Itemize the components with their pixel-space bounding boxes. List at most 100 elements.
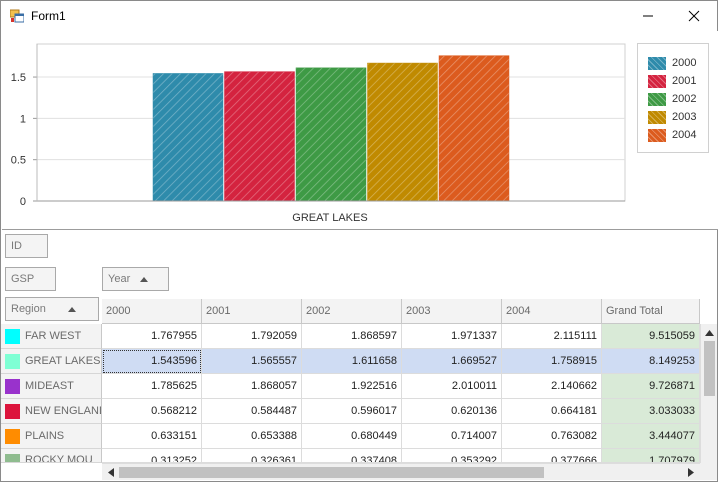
grand-total-cell[interactable]: 9.726871 — [602, 374, 700, 399]
data-cell[interactable]: 1.792059 — [202, 324, 302, 349]
data-cell[interactable]: 1.543596 — [102, 349, 202, 374]
vertical-scroll-thumb[interactable] — [704, 341, 715, 396]
field-region[interactable]: Region — [5, 297, 99, 321]
bar-2000[interactable] — [152, 73, 224, 202]
data-cell[interactable]: 0.633151 — [102, 424, 202, 449]
data-cell[interactable]: 1.971337 — [402, 324, 502, 349]
row-header[interactable]: FAR WEST — [1, 324, 102, 349]
horizontal-scroll-thumb[interactable] — [119, 467, 544, 478]
data-cell[interactable]: 0.313252 — [102, 449, 202, 463]
data-cell[interactable]: 1.922516 — [302, 374, 402, 399]
data-cell[interactable]: 0.584487 — [202, 399, 302, 424]
field-region-label: Region — [11, 303, 46, 315]
legend-swatch — [648, 92, 666, 106]
field-id[interactable]: ID — [5, 234, 48, 258]
title-bar: Form1 — [1, 1, 717, 31]
bar-2003[interactable] — [367, 62, 438, 202]
close-button[interactable] — [671, 1, 717, 31]
region-color-swatch — [5, 454, 20, 462]
y-tick-label: 1 — [20, 113, 26, 125]
data-cell[interactable]: 1.758915 — [502, 349, 602, 374]
data-cell[interactable]: 0.714007 — [402, 424, 502, 449]
grand-total-cell[interactable]: 3.033033 — [602, 399, 700, 424]
field-gsp[interactable]: GSP — [5, 267, 56, 291]
region-label: FAR WEST — [25, 330, 82, 342]
y-tick-label: 1.5 — [11, 72, 26, 84]
grand-total-cell[interactable]: 3.444077 — [602, 424, 700, 449]
legend-item-2004: 2004 — [648, 128, 696, 142]
data-cell[interactable]: 0.620136 — [402, 399, 502, 424]
region-color-swatch — [5, 428, 20, 444]
close-icon — [688, 10, 700, 22]
data-cell[interactable]: 0.326361 — [202, 449, 302, 463]
column-header-2000[interactable]: 2000 — [102, 299, 202, 324]
maximize-button-visual[interactable] — [627, 1, 673, 31]
row-header[interactable]: ROCKY MOU — [1, 449, 102, 463]
region-label: MIDEAST — [25, 380, 74, 392]
column-header-2003[interactable]: 2003 — [402, 299, 502, 324]
field-year-label: Year — [108, 273, 131, 285]
column-header-2001[interactable]: 2001 — [202, 299, 302, 324]
data-cell[interactable]: 1.767955 — [102, 324, 202, 349]
row-header[interactable]: PLAINS — [1, 424, 102, 449]
data-cell[interactable]: 0.763082 — [502, 424, 602, 449]
legend-label: 2000 — [672, 57, 697, 69]
bar-2004[interactable] — [438, 55, 510, 202]
region-color-swatch — [5, 328, 20, 344]
field-year[interactable]: Year — [102, 267, 169, 291]
bar-2002[interactable] — [295, 67, 367, 202]
data-cell[interactable]: 1.785625 — [102, 374, 202, 399]
y-tick-label: 0.5 — [11, 155, 26, 167]
region-label: GREAT LAKES — [25, 355, 101, 367]
region-label: ROCKY MOU — [25, 454, 93, 463]
data-cell[interactable]: 2.010011 — [402, 374, 502, 399]
row-header[interactable]: MIDEAST — [1, 374, 102, 399]
data-cell[interactable]: 1.669527 — [402, 349, 502, 374]
data-cell[interactable]: 2.140662 — [502, 374, 602, 399]
data-cell[interactable]: 1.868057 — [202, 374, 302, 399]
grand-total-cell[interactable]: 9.515059 — [602, 324, 700, 349]
legend-swatch — [648, 74, 666, 88]
data-cell[interactable]: 0.653388 — [202, 424, 302, 449]
legend-item-2001: 2001 — [648, 74, 696, 88]
window-title: Form1 — [31, 9, 66, 23]
region-color-swatch — [5, 403, 20, 419]
chart-panel: 0 0.5 1 1.5 GREAT LAKES 2000 2001 2002 2003 2004 — [2, 31, 718, 230]
legend-label: 2004 — [672, 129, 697, 141]
horizontal-scrollbar[interactable] — [102, 463, 700, 480]
legend-label: 2001 — [672, 75, 697, 87]
row-header[interactable]: NEW ENGLAND — [1, 399, 102, 424]
data-cell[interactable]: 0.353292 — [402, 449, 502, 463]
column-header-2004[interactable]: 2004 — [502, 299, 602, 324]
row-header[interactable]: GREAT LAKES — [1, 349, 102, 374]
region-label: NEW ENGLAND — [25, 405, 101, 417]
legend-swatch — [648, 56, 666, 70]
grand-total-cell[interactable]: 1.707979 — [602, 449, 700, 463]
scroll-up-icon[interactable] — [702, 325, 717, 340]
column-header-2002[interactable]: 2002 — [302, 299, 402, 324]
scroll-left-icon[interactable] — [103, 465, 118, 480]
data-cell[interactable]: 0.664181 — [502, 399, 602, 424]
data-cell[interactable]: 2.115111 — [502, 324, 602, 349]
app-icon — [10, 9, 24, 23]
data-cell[interactable]: 0.596017 — [302, 399, 402, 424]
data-cell[interactable]: 0.337408 — [302, 449, 402, 463]
chart-legend: 2000 2001 2002 2003 2004 — [637, 43, 709, 153]
field-gsp-label: GSP — [11, 273, 35, 285]
scroll-right-icon[interactable] — [683, 465, 698, 480]
legend-label: 2002 — [672, 93, 697, 105]
data-cell[interactable]: 0.377666 — [502, 449, 602, 463]
vertical-scrollbar[interactable] — [700, 324, 717, 464]
data-cell[interactable]: 1.868597 — [302, 324, 402, 349]
data-cell[interactable]: 1.611658 — [302, 349, 402, 374]
data-cell[interactable]: 0.568212 — [102, 399, 202, 424]
field-id-label: ID — [11, 240, 22, 252]
scroll-corner — [700, 463, 717, 480]
column-header-grand-total[interactable]: Grand Total — [602, 299, 700, 324]
bar-2001[interactable] — [224, 71, 295, 202]
grand-total-cell[interactable]: 8.149253 — [602, 349, 700, 374]
legend-item-2002: 2002 — [648, 92, 696, 106]
sort-up-icon — [67, 306, 76, 312]
data-cell[interactable]: 0.680449 — [302, 424, 402, 449]
data-cell[interactable]: 1.565557 — [202, 349, 302, 374]
